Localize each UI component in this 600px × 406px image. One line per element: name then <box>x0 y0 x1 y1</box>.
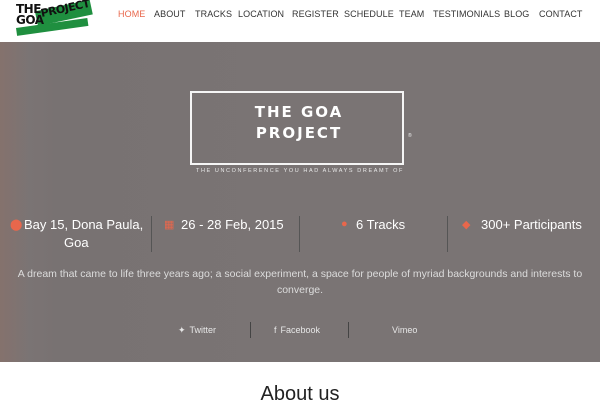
hero-title-line1: THE GOA <box>254 103 344 121</box>
logo-text-goa: GOA <box>16 13 44 27</box>
info-location-line2: Goa <box>64 235 89 250</box>
vimeo-label: Vimeo <box>392 325 418 335</box>
info-participants-text: 300+ Participants <box>481 217 582 232</box>
hero-description: A dream that came to life three years ag… <box>17 268 583 296</box>
facebook-label: Facebook <box>280 325 321 335</box>
site-logo[interactable]: THE GOA PROJECT <box>14 0 96 37</box>
social-divider <box>250 322 251 338</box>
hero-section: THE GOA PROJECT ® THE UNCONFERENCE YOU H… <box>0 42 600 362</box>
hero-title-box: THE GOA PROJECT <box>190 91 404 165</box>
nav-about[interactable]: ABOUT <box>154 9 186 19</box>
hero-tagline: THE UNCONFERENCE YOU HAD ALWAYS DREAMT O… <box>195 168 404 174</box>
nav-home[interactable]: HOME <box>118 9 145 19</box>
nav-location[interactable]: LOCATION <box>238 9 284 19</box>
hero-title-line2: PROJECT <box>255 124 343 142</box>
site-header: THE GOA PROJECT HOME ABOUT TRACKS LOCATI… <box>0 0 600 42</box>
nav-tracks[interactable]: TRACKS <box>195 9 232 19</box>
social-divider <box>348 322 349 338</box>
info-dates-text: 26 - 28 Feb, 2015 <box>181 217 284 232</box>
nav-schedule[interactable]: SCHEDULE <box>344 9 394 19</box>
twitter-link[interactable]: ✦ Twitter <box>178 325 216 336</box>
nav-contact[interactable]: CONTACT <box>539 9 583 19</box>
facebook-icon: f <box>274 325 277 335</box>
registered-mark: ® <box>408 133 412 139</box>
about-heading: About us <box>260 383 340 405</box>
map-pin-icon: ⬤ <box>10 219 23 231</box>
facebook-link[interactable]: f Facebook <box>274 325 320 335</box>
nav-team[interactable]: TEAM <box>399 9 424 19</box>
info-location-line1: Bay 15, Dona Paula, <box>24 217 144 232</box>
hero-tint <box>0 42 28 362</box>
nav-register[interactable]: REGISTER <box>292 9 339 19</box>
info-tracks-text: 6 Tracks <box>356 217 406 232</box>
nav-testimonials[interactable]: TESTIMONIALS <box>433 9 500 19</box>
info-location: ⬤ Bay 15, Dona Paula, Goa <box>0 212 150 256</box>
calendar-icon: ▦ <box>164 219 175 231</box>
twitter-icon: ✦ <box>178 325 186 335</box>
tracks-icon: ● <box>341 218 348 230</box>
vimeo-link[interactable]: Vimeo <box>388 325 417 335</box>
twitter-label: Twitter <box>189 325 217 335</box>
participants-icon: ◆ <box>462 219 471 231</box>
nav-blog[interactable]: BLOG <box>504 9 529 19</box>
info-tracks: ● 6 Tracks <box>300 212 446 256</box>
info-participants: ◆ 300+ Participants <box>448 212 600 256</box>
info-dates: ▦ 26 - 28 Feb, 2015 <box>152 212 298 256</box>
